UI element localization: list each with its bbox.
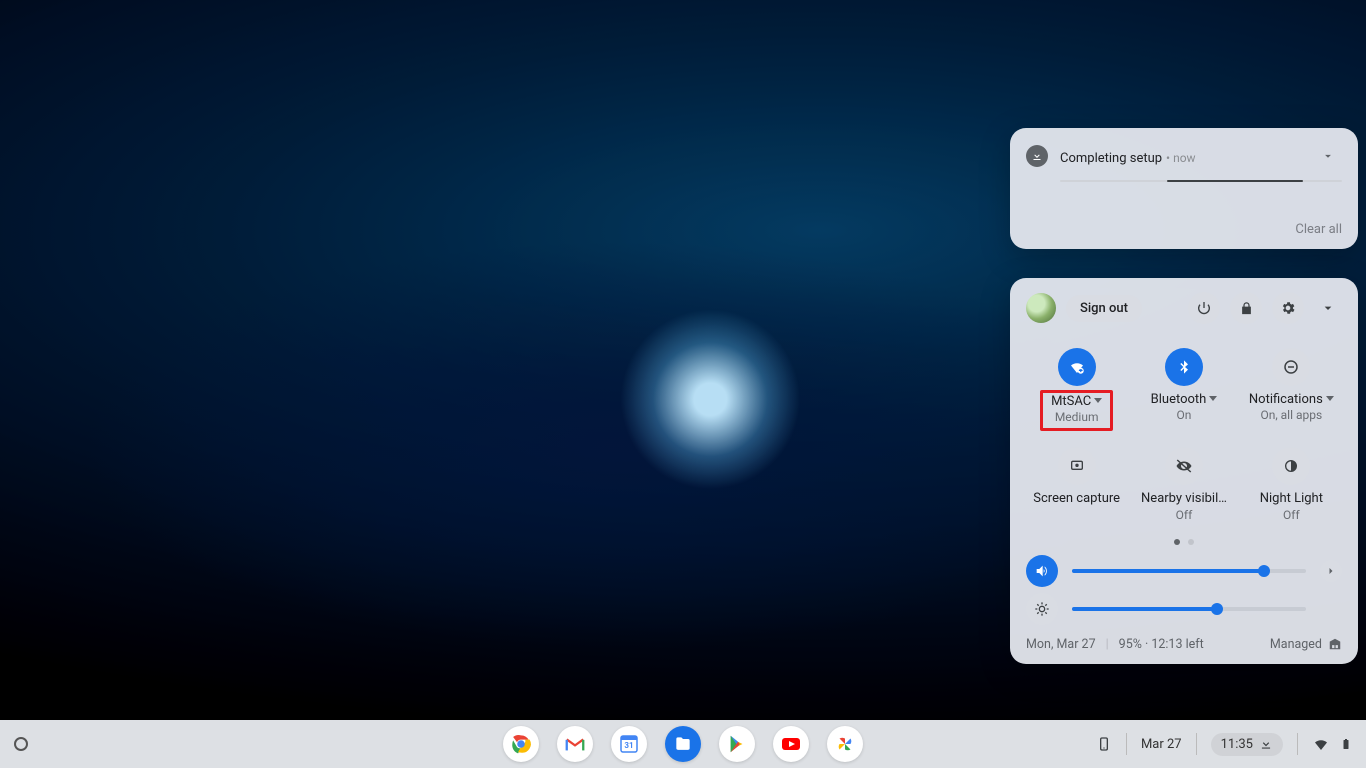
brightness-icon[interactable] [1026, 593, 1058, 625]
shelf: 31 Mar 27 11:35 [0, 720, 1366, 768]
footer-date: Mon, Mar 27 [1026, 637, 1096, 652]
sign-out-button[interactable]: Sign out [1066, 295, 1142, 322]
battery-status-icon [1340, 735, 1352, 753]
svg-text:31: 31 [624, 741, 633, 750]
volume-row [1026, 555, 1342, 587]
night-light-title: Night Light [1260, 491, 1323, 507]
notification-item[interactable]: Completing setup • now [1026, 142, 1342, 170]
notification-panel: Completing setup • now Clear all [1010, 128, 1358, 249]
wifi-icon[interactable] [1058, 348, 1096, 386]
night-light-icon[interactable] [1272, 447, 1310, 485]
lock-button[interactable] [1230, 292, 1262, 324]
quick-settings-tiles: MtSAC Medium Bluetooth On Notifications … [1026, 342, 1342, 533]
notification-title: Completing setup [1060, 151, 1162, 166]
visibility-off-icon[interactable] [1165, 447, 1203, 485]
wifi-title: MtSAC [1051, 394, 1091, 409]
night-light-tile[interactable]: Night Light Off [1241, 441, 1342, 532]
power-button[interactable] [1188, 292, 1220, 324]
avatar[interactable] [1026, 293, 1056, 323]
nearby-sub: Off [1141, 508, 1227, 523]
brightness-slider[interactable] [1072, 607, 1306, 611]
managed-icon [1328, 637, 1342, 651]
footer-battery: 95% · 12:13 left [1119, 637, 1204, 652]
shelf-apps: 31 [503, 726, 863, 762]
settings-button[interactable] [1272, 292, 1304, 324]
launcher-button[interactable] [14, 737, 28, 751]
audio-output-button[interactable] [1320, 560, 1342, 582]
youtube-icon[interactable] [773, 726, 809, 762]
bluetooth-icon[interactable] [1165, 348, 1203, 386]
screen-capture-tile[interactable]: Screen capture [1026, 441, 1127, 532]
wifi-status-icon [1312, 735, 1330, 753]
shelf-time: 11:35 [1221, 737, 1253, 752]
notification-progress [1060, 180, 1342, 182]
volume-icon[interactable] [1026, 555, 1058, 587]
shelf-date: Mar 27 [1141, 737, 1182, 752]
chevron-down-icon [1326, 396, 1334, 401]
phone-hub-icon[interactable] [1096, 736, 1112, 752]
screen-capture-title: Screen capture [1033, 491, 1120, 507]
bluetooth-sub: On [1151, 408, 1218, 423]
files-icon[interactable] [665, 726, 701, 762]
collapse-button[interactable] [1314, 300, 1342, 316]
night-light-sub: Off [1260, 508, 1323, 523]
notifications-sub: On, all apps [1249, 408, 1334, 423]
quick-settings-footer: Mon, Mar 27 | 95% · 12:13 left Managed [1026, 637, 1342, 652]
shelf-status-area[interactable]: Mar 27 11:35 [1096, 733, 1352, 756]
nearby-visibility-tile[interactable]: Nearby visibil… Off [1133, 441, 1234, 532]
quick-settings-header: Sign out [1026, 292, 1342, 324]
clear-all-button[interactable]: Clear all [1026, 222, 1342, 237]
notification-expand-button[interactable] [1314, 142, 1342, 170]
photos-icon[interactable] [827, 726, 863, 762]
tiles-pager[interactable] [1026, 539, 1342, 545]
calendar-icon[interactable]: 31 [611, 726, 647, 762]
wifi-sub: Medium [1051, 410, 1102, 425]
download-indicator-icon [1259, 737, 1273, 751]
managed-label[interactable]: Managed [1270, 637, 1322, 652]
chrome-icon[interactable] [503, 726, 539, 762]
quick-settings-panel: Sign out MtSAC Medium [1010, 278, 1358, 664]
brightness-row [1026, 593, 1342, 625]
download-icon [1026, 145, 1048, 167]
notifications-title: Notifications [1249, 392, 1323, 407]
chevron-down-icon [1209, 396, 1217, 401]
gmail-icon[interactable] [557, 726, 593, 762]
do-not-disturb-icon[interactable] [1272, 348, 1310, 386]
notification-time: now [1173, 151, 1196, 165]
screen-capture-icon[interactable] [1058, 447, 1096, 485]
chevron-down-icon [1094, 398, 1102, 403]
bluetooth-title: Bluetooth [1151, 392, 1207, 407]
volume-slider[interactable] [1072, 569, 1306, 573]
wifi-tile[interactable]: MtSAC Medium [1026, 342, 1127, 441]
nearby-title: Nearby visibil… [1141, 491, 1227, 507]
notifications-tile[interactable]: Notifications On, all apps [1241, 342, 1342, 441]
play-store-icon[interactable] [719, 726, 755, 762]
bluetooth-tile[interactable]: Bluetooth On [1133, 342, 1234, 441]
shelf-time-chip[interactable]: 11:35 [1211, 733, 1283, 756]
wifi-label-highlighted: MtSAC Medium [1040, 390, 1113, 431]
